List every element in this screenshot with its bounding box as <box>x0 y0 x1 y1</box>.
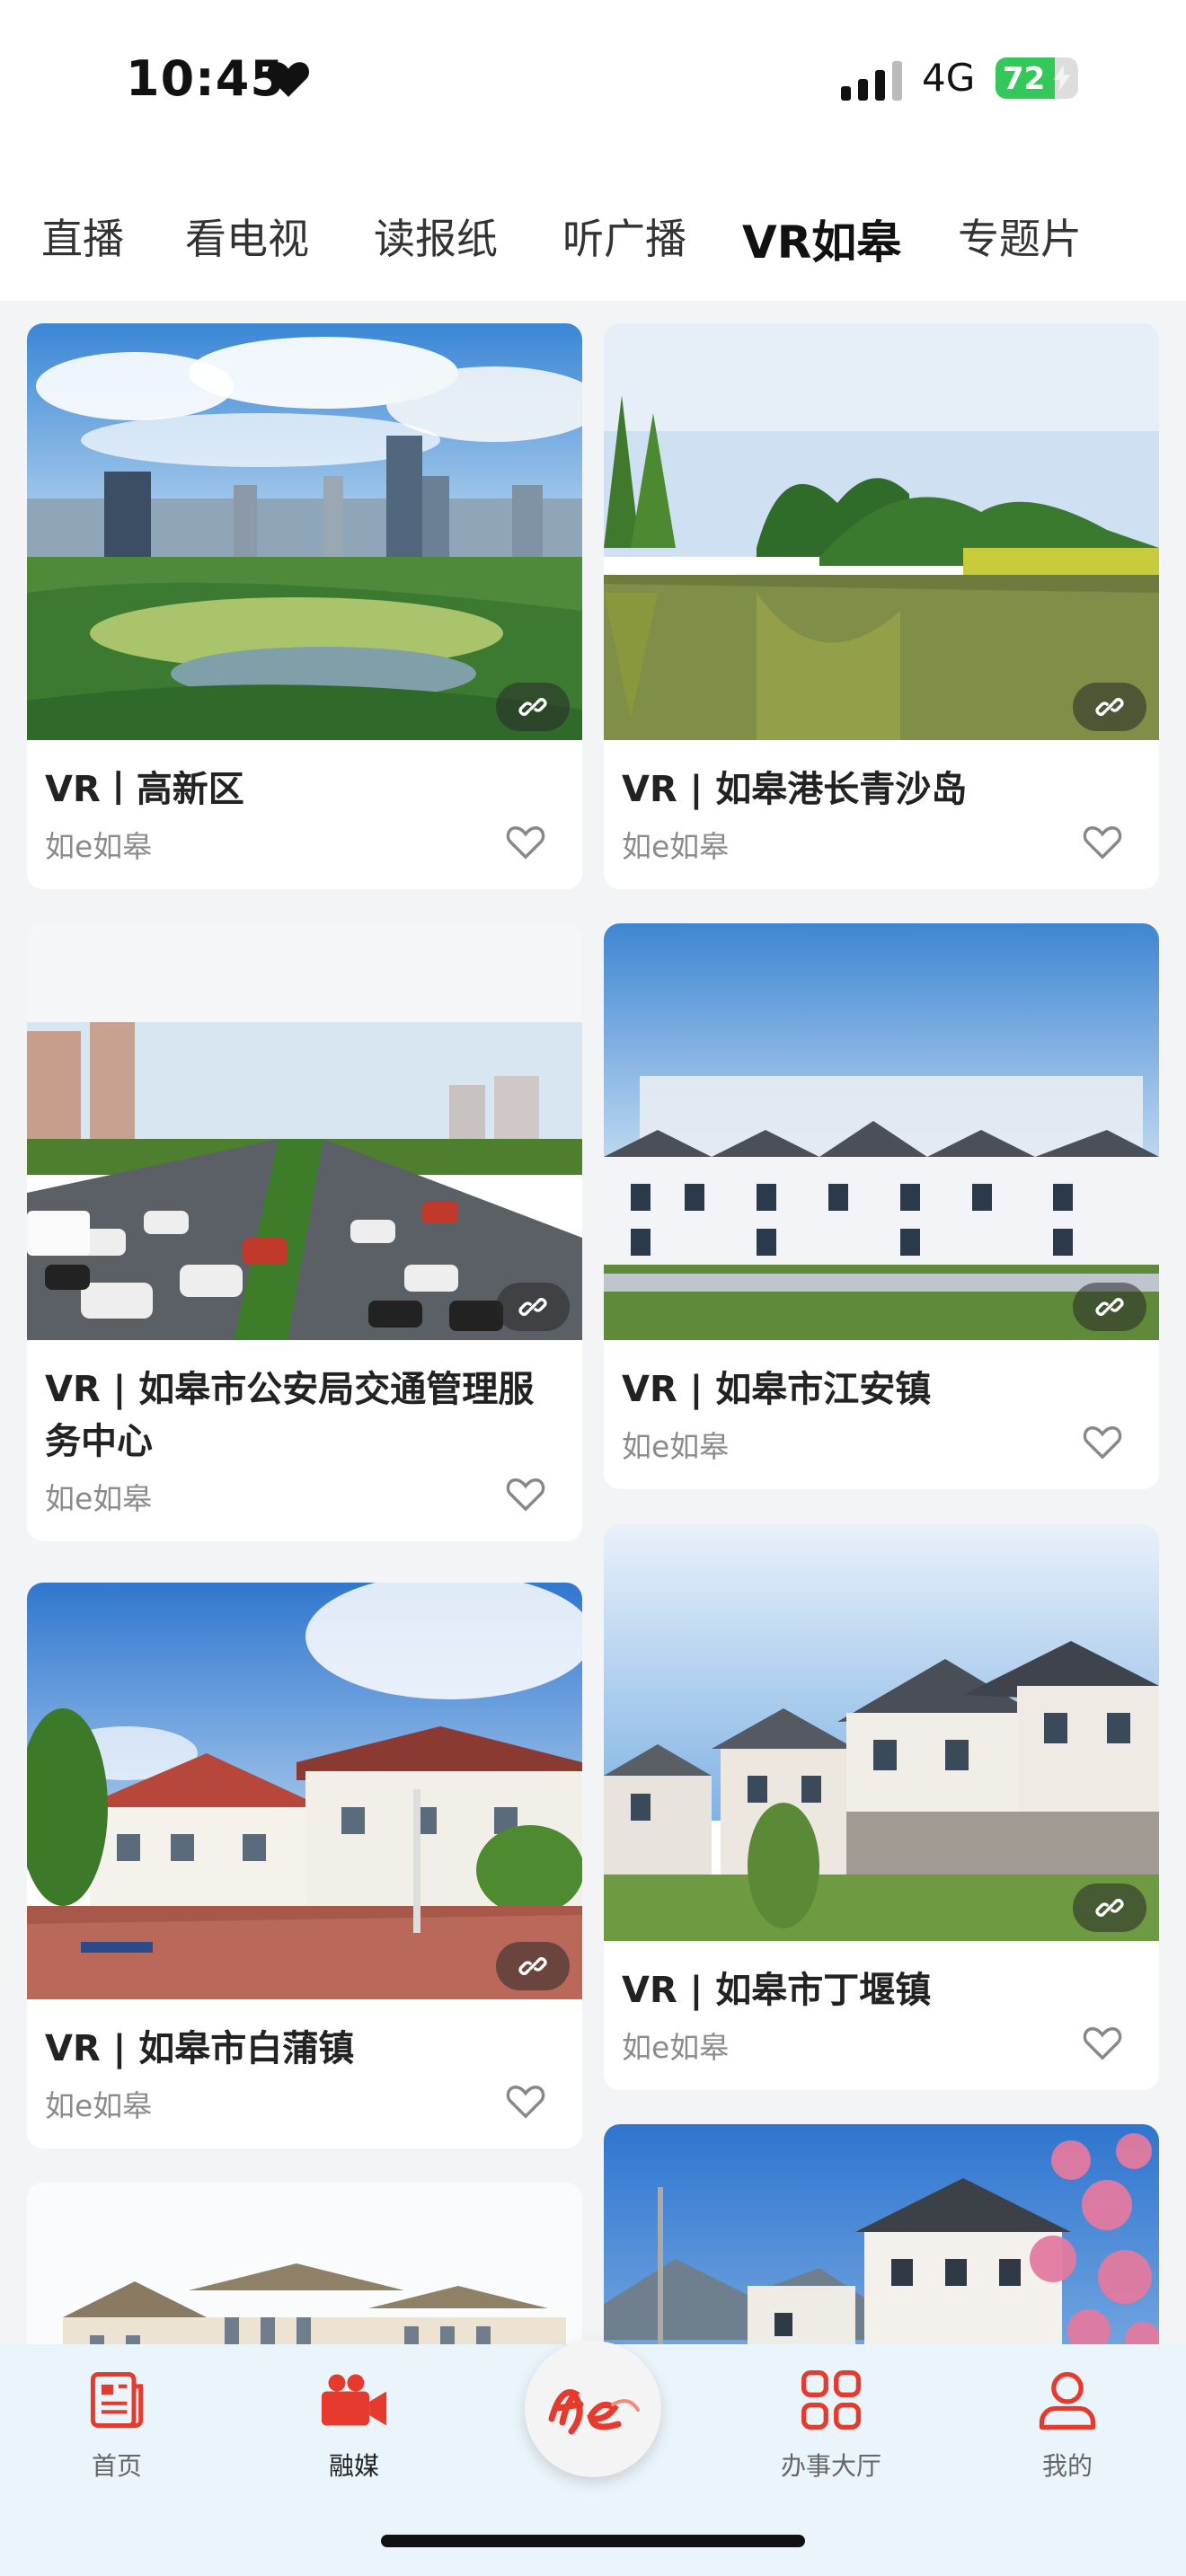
nav-service-hall[interactable]: 办事大厅 <box>759 2366 903 2483</box>
vr-card[interactable]: VR | 如皋市江安镇 如e如皋 <box>604 923 1159 1489</box>
card-source: 如e如皋 <box>45 2088 153 2123</box>
card-body: VR | 如皋港长青沙岛 如e如皋 <box>604 740 1159 889</box>
center-logo-button[interactable] <box>525 2341 661 2477</box>
tab-vr-rugao[interactable]: VR如皋 <box>742 207 901 271</box>
card-source: 如e如皋 <box>622 1429 730 1464</box>
card-image-highway-traffic[interactable] <box>27 923 582 1340</box>
card-title[interactable]: VR丨高新区 <box>45 763 562 816</box>
home-indicator <box>381 2535 805 2547</box>
card-source: 如e如皋 <box>45 829 153 864</box>
tab-documentary[interactable]: 专题片 <box>958 207 1082 266</box>
tab-live[interactable]: 直播 <box>41 207 124 266</box>
card-body: VR | 如皋市江安镇 如e如皋 <box>604 1340 1159 1489</box>
nav-profile[interactable]: 我的 <box>996 2366 1139 2483</box>
heart-outline-icon[interactable] <box>505 823 546 860</box>
vr-card[interactable]: VR | 如皋市丁堰镇 如e如皋 <box>604 1524 1159 2090</box>
vr-card[interactable] <box>27 2183 582 2344</box>
grid-apps-icon <box>801 2369 862 2430</box>
nav-media[interactable]: 融媒 <box>282 2366 426 2483</box>
card-body: VR | 如皋市公安局交通管理服务中心 如e如皋 <box>27 1340 582 1541</box>
heart-outline-icon[interactable] <box>505 2082 546 2120</box>
card-body: VR | 如皋市丁堰镇 如e如皋 <box>604 1941 1159 2090</box>
link-icon <box>518 1957 547 1975</box>
tab-tv[interactable]: 看电视 <box>185 207 309 266</box>
card-image-city-skyline[interactable] <box>27 323 582 740</box>
video-camera-icon <box>321 2374 387 2426</box>
heart-outline-icon[interactable] <box>505 1475 546 1513</box>
card-source: 如e如皋 <box>622 829 730 864</box>
vr-card[interactable] <box>604 2124 1159 2344</box>
link-icon <box>1095 1899 1124 1917</box>
nav-label-media: 融媒 <box>328 2451 379 2481</box>
vr-card[interactable]: VR丨高新区 如e如皋 <box>27 323 582 889</box>
battery-indicator: 72 <box>996 57 1078 99</box>
user-icon <box>1039 2371 1096 2430</box>
heart-outline-icon[interactable] <box>1082 2024 1123 2061</box>
nav-home[interactable]: 首页 <box>45 2366 189 2483</box>
battery-text: 72 <box>1003 61 1046 97</box>
news-page-icon <box>90 2372 144 2428</box>
heart-outline-icon[interactable] <box>1082 823 1123 860</box>
network-type: 4G <box>922 56 976 100</box>
card-image-house-basketball-court[interactable] <box>27 1583 582 1999</box>
charging-bolt-icon <box>1053 65 1071 92</box>
card-title[interactable]: VR | 如皋市丁堰镇 <box>622 1964 1139 2016</box>
link-button[interactable] <box>1073 1883 1146 1932</box>
heart-icon <box>268 62 309 97</box>
link-button[interactable] <box>496 1283 570 1331</box>
card-image-lake-trees[interactable] <box>604 323 1159 740</box>
status-bar: 10:45 4G 72 <box>0 0 1186 162</box>
nav-label-service-hall: 办事大厅 <box>780 2451 881 2481</box>
vr-feed: VR丨高新区 如e如皋 VR | 如皋港长青沙岛 如e如皋 VR | 如皋市公安… <box>0 301 1186 2344</box>
tab-newspaper[interactable]: 读报纸 <box>374 207 498 266</box>
card-source: 如e如皋 <box>45 1481 153 1516</box>
link-button[interactable] <box>496 683 570 731</box>
card-title[interactable]: VR | 如皋港长青沙岛 <box>622 763 1139 816</box>
link-button[interactable] <box>496 1942 570 1990</box>
link-button[interactable] <box>1073 1283 1146 1331</box>
link-icon <box>1095 698 1124 716</box>
heart-outline-icon[interactable] <box>1082 1423 1123 1460</box>
card-title[interactable]: VR | 如皋市公安局交通管理服务中心 <box>45 1363 562 1468</box>
signal-icon <box>841 61 902 101</box>
link-icon <box>518 1298 547 1316</box>
vr-card[interactable]: VR | 如皋市白蒲镇 如e如皋 <box>27 1583 582 2148</box>
nav-label-profile: 我的 <box>1041 2451 1093 2481</box>
card-source: 如e如皋 <box>622 2030 730 2065</box>
vr-card[interactable]: VR | 如皋港长青沙岛 如e如皋 <box>604 323 1159 889</box>
card-title[interactable]: VR | 如皋市江安镇 <box>622 1363 1139 1416</box>
link-button[interactable] <box>1073 683 1146 731</box>
card-body: VR丨高新区 如e如皋 <box>27 740 582 889</box>
card-image-white-townhouses[interactable] <box>604 923 1159 1340</box>
card-image-european-buildings[interactable] <box>27 2183 582 2344</box>
card-image-village-houses[interactable] <box>604 1524 1159 1941</box>
card-image-village-blossom[interactable] <box>604 2124 1159 2344</box>
card-title[interactable]: VR | 如皋市白蒲镇 <box>45 2023 562 2075</box>
card-body: VR | 如皋市白蒲镇 如e如皋 <box>27 1999 582 2148</box>
status-time: 10:45 <box>126 50 285 107</box>
link-icon <box>518 698 547 716</box>
rue-logo-icon <box>548 2389 640 2435</box>
nav-label-home: 首页 <box>91 2451 142 2481</box>
tab-radio[interactable]: 听广播 <box>562 207 686 266</box>
vr-card[interactable]: VR | 如皋市公安局交通管理服务中心 如e如皋 <box>27 923 582 1541</box>
channel-tabs: 直播 看电视 读报纸 听广播 VR如皋 专题片 <box>0 162 1186 301</box>
link-icon <box>1095 1298 1124 1316</box>
